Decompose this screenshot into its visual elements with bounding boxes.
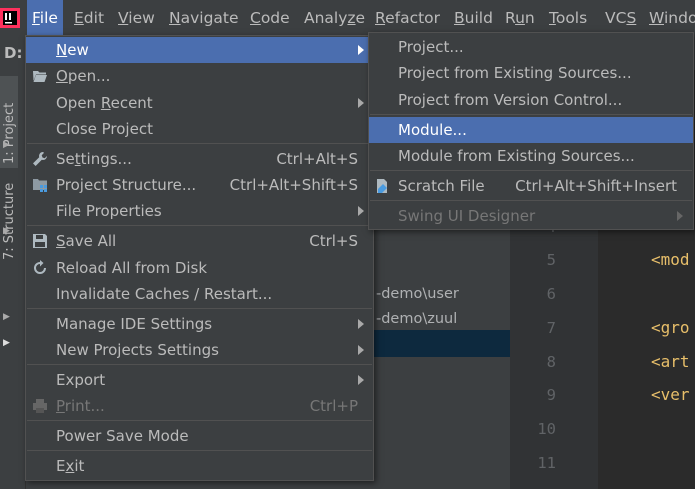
line-number: 5 bbox=[546, 251, 556, 269]
menu-tools[interactable]: Tools bbox=[549, 0, 587, 36]
tree-item-user[interactable]: -demo\user bbox=[376, 286, 459, 302]
reload-icon bbox=[34, 260, 46, 274]
menu-vcs[interactable]: VCS bbox=[605, 0, 636, 36]
folder-open-icon bbox=[33, 71, 47, 82]
line-number: 8 bbox=[546, 353, 556, 371]
menu-item-swing-ui-designer[interactable]: Swing UI Designer bbox=[369, 203, 693, 229]
menu-window[interactable]: Windo bbox=[649, 0, 695, 36]
menu-separator bbox=[27, 308, 372, 309]
project-structure-icon bbox=[33, 179, 47, 192]
menu-item-scratch-file[interactable]: Scratch File Ctrl+Alt+Shift+Insert bbox=[369, 173, 693, 199]
menu-item-print[interactable]: Print... Ctrl+P bbox=[26, 393, 373, 419]
menu-separator bbox=[27, 225, 372, 226]
submenu-arrow-icon bbox=[358, 319, 364, 329]
code-line: <art bbox=[651, 352, 690, 371]
menu-item-exit[interactable]: Exit bbox=[26, 453, 373, 479]
code-line: <gro bbox=[651, 318, 690, 337]
menu-item-open-recent[interactable]: Open Recent bbox=[26, 90, 373, 116]
menu-edit[interactable]: Edit bbox=[74, 0, 104, 36]
submenu-arrow-icon bbox=[358, 45, 364, 55]
menu-separator bbox=[27, 450, 372, 451]
menu-separator bbox=[370, 200, 692, 201]
submenu-arrow-icon bbox=[358, 345, 364, 355]
line-number: 10 bbox=[537, 420, 556, 438]
tree-expand-arrow-icon[interactable]: ▶ bbox=[3, 312, 10, 322]
menu-item-project-from-vcs[interactable]: Project from Version Control... bbox=[369, 87, 693, 113]
menu-item-module-from-existing-sources[interactable]: Module from Existing Sources... bbox=[369, 143, 693, 169]
line-number: 11 bbox=[537, 454, 556, 472]
menu-item-close-project[interactable]: Close Project bbox=[26, 116, 373, 142]
menu-item-manage-ide-settings[interactable]: Manage IDE Settings bbox=[26, 311, 373, 337]
tree-item-zuul[interactable]: -demo\zuul bbox=[376, 311, 457, 327]
tree-expand-arrow-icon[interactable]: ▶ bbox=[3, 338, 10, 348]
tree-expand-arrow-icon[interactable]: ▶ bbox=[3, 140, 10, 150]
submenu-arrow-icon bbox=[677, 211, 683, 221]
menu-separator bbox=[27, 364, 372, 365]
menu-item-invalidate-caches[interactable]: Invalidate Caches / Restart... bbox=[26, 281, 373, 307]
menu-view[interactable]: View bbox=[118, 0, 155, 36]
wrench-icon bbox=[33, 152, 47, 166]
tree-expand-arrow-icon[interactable]: ▶ bbox=[3, 226, 10, 236]
menu-separator bbox=[27, 420, 372, 421]
menu-item-export[interactable]: Export bbox=[26, 367, 373, 393]
tab-project[interactable]: 1: Project bbox=[0, 76, 18, 168]
project-root-label: D: bbox=[4, 44, 23, 62]
new-submenu: Project... Project from Existing Sources… bbox=[368, 32, 694, 230]
menu-item-module[interactable]: Module... bbox=[369, 117, 693, 143]
submenu-arrow-icon bbox=[358, 98, 364, 108]
menu-code[interactable]: Code bbox=[250, 0, 290, 36]
menu-item-file-properties[interactable]: File Properties bbox=[26, 198, 373, 224]
menu-build[interactable]: Build bbox=[454, 0, 493, 36]
menu-item-new-project[interactable]: Project... bbox=[369, 34, 693, 60]
menu-item-new[interactable]: New bbox=[26, 37, 373, 63]
menu-item-settings[interactable]: Settings... Ctrl+Alt+S bbox=[26, 146, 373, 172]
line-number: 9 bbox=[546, 386, 556, 404]
menu-bar: File Edit View Navigate Code Analyze Ref… bbox=[0, 0, 695, 36]
file-menu: New Open... Open Recent Close Project Se… bbox=[25, 35, 374, 481]
menu-item-project-from-existing-sources[interactable]: Project from Existing Sources... bbox=[369, 60, 693, 86]
menu-item-power-save-mode[interactable]: Power Save Mode bbox=[26, 423, 373, 449]
line-number: 6 bbox=[546, 285, 556, 303]
menu-file[interactable]: File bbox=[27, 0, 63, 36]
menu-item-reload-all[interactable]: Reload All from Disk bbox=[26, 255, 373, 281]
submenu-arrow-icon bbox=[358, 206, 364, 216]
code-line: <ver bbox=[651, 385, 690, 404]
menu-item-save-all[interactable]: Save All Ctrl+S bbox=[26, 228, 373, 254]
save-icon bbox=[33, 234, 47, 248]
menu-run[interactable]: Run bbox=[505, 0, 535, 36]
scratch-file-icon bbox=[377, 179, 387, 193]
menu-navigate[interactable]: Navigate bbox=[169, 0, 239, 36]
code-line: <mod bbox=[651, 250, 690, 269]
submenu-arrow-icon bbox=[358, 375, 364, 385]
line-number: 7 bbox=[546, 319, 556, 337]
menu-item-new-projects-settings[interactable]: New Projects Settings bbox=[26, 337, 373, 363]
menu-separator bbox=[27, 143, 372, 144]
intellij-app-icon[interactable] bbox=[0, 6, 20, 30]
menu-separator bbox=[370, 114, 692, 115]
menu-analyze[interactable]: Analyze bbox=[304, 0, 365, 36]
menu-item-open[interactable]: Open... bbox=[26, 63, 373, 89]
menu-refactor[interactable]: Refactor bbox=[375, 0, 440, 36]
print-icon bbox=[33, 399, 47, 413]
menu-separator bbox=[370, 170, 692, 171]
menu-item-project-structure[interactable]: Project Structure... Ctrl+Alt+Shift+S bbox=[26, 172, 373, 198]
